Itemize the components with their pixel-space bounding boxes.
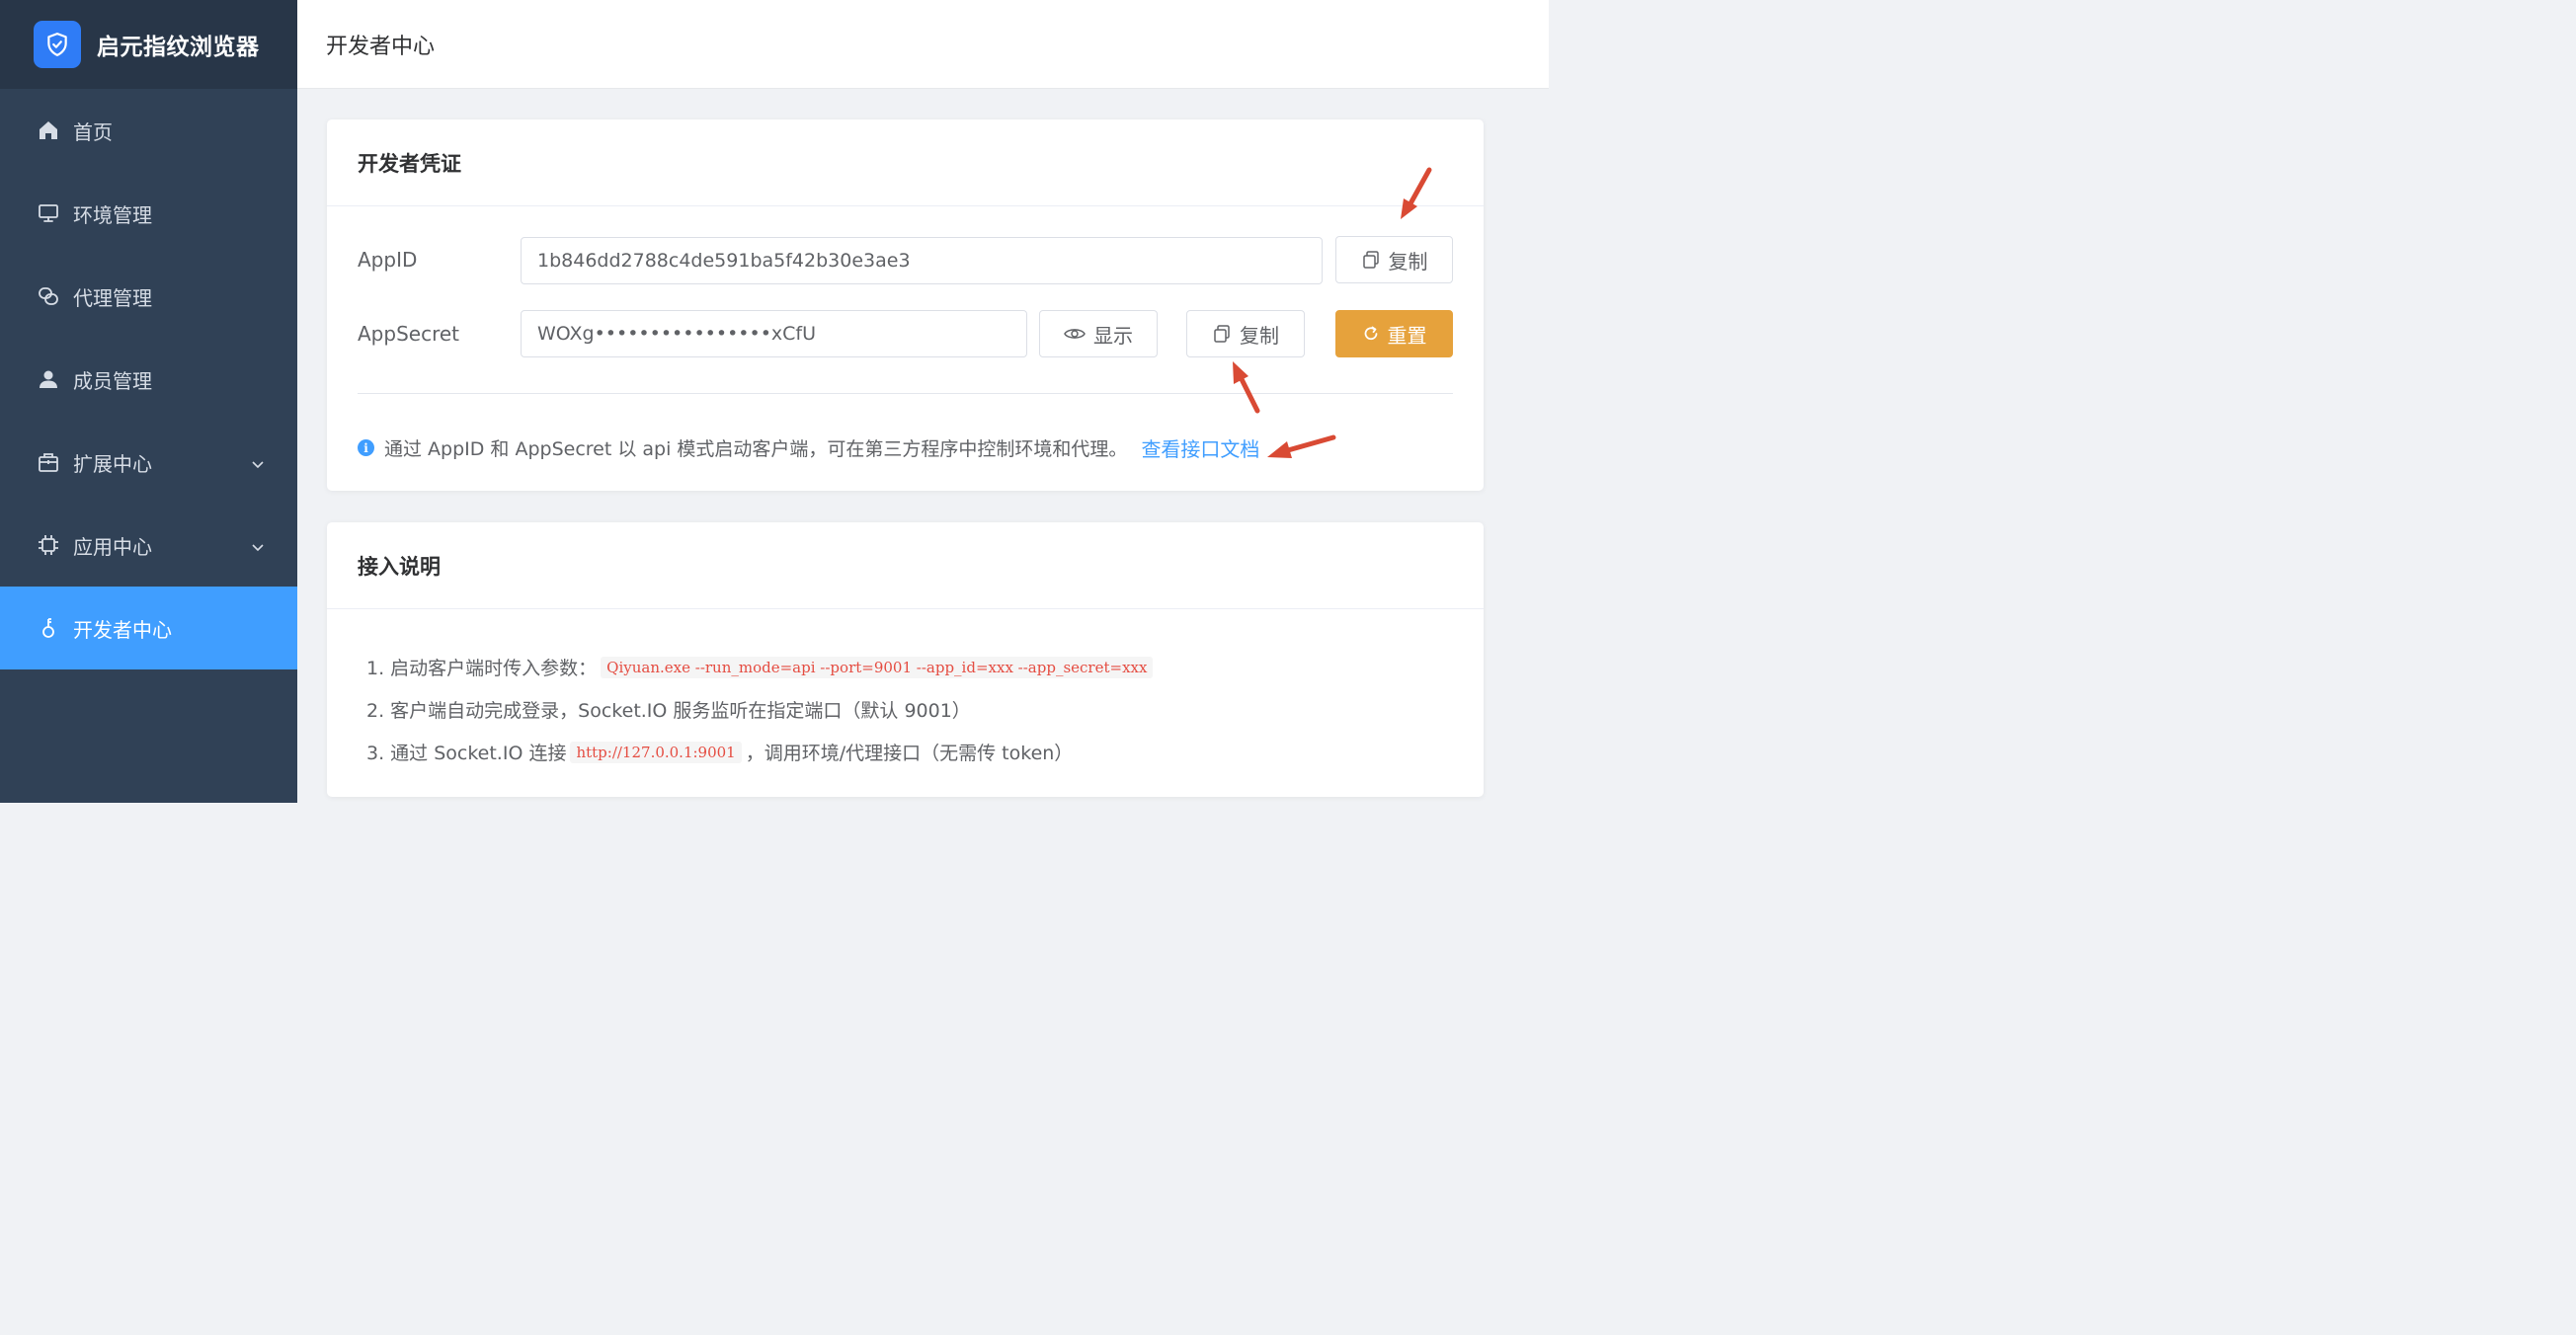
sidebar-item-label: 应用中心	[73, 534, 152, 559]
show-secret-button[interactable]: 显示	[1039, 310, 1158, 357]
package-icon	[36, 449, 61, 475]
socket-url: http://127.0.0.1:9001	[570, 741, 742, 763]
reset-secret-button[interactable]: 重置	[1335, 310, 1453, 357]
page-title: 开发者中心	[326, 34, 436, 59]
user-icon	[36, 366, 61, 392]
appid-field[interactable]: 1b846dd2788c4de591ba5f42b30e3ae3	[521, 237, 1323, 284]
refresh-icon	[1362, 325, 1380, 343]
show-label: 显示	[1093, 323, 1133, 348]
step-item: 1. 启动客户端时传入参数： Qiyuan.exe --run_mode=api…	[366, 646, 1157, 688]
step-text: 1. 启动客户端时传入参数：	[366, 658, 598, 679]
sidebar-item-environments[interactable]: 环境管理	[0, 172, 297, 255]
integration-title: 接入说明	[358, 554, 441, 579]
integration-steps: 1. 启动客户端时传入参数： Qiyuan.exe --run_mode=api…	[366, 646, 1157, 773]
app-name: 启元指纹浏览器	[97, 35, 260, 60]
step-text: 3. 通过 Socket.IO 连接	[366, 743, 567, 764]
copy-label: 复制	[1240, 323, 1279, 348]
launch-command: Qiyuan.exe --run_mode=api --port=9001 --…	[601, 656, 1154, 678]
sidebar-item-members[interactable]: 成员管理	[0, 338, 297, 421]
credentials-title: 开发者凭证	[358, 151, 461, 176]
step-text: 2. 客户端自动完成登录，Socket.IO 服务监听在指定端口（默认 9001…	[366, 700, 971, 722]
appid-value: 1b846dd2788c4de591ba5f42b30e3ae3	[537, 250, 911, 272]
info-icon: i	[358, 439, 374, 456]
copy-appid-button[interactable]: 复制	[1335, 236, 1453, 283]
copy-secret-button[interactable]: 复制	[1186, 310, 1305, 357]
tip-text: 通过 AppID 和 AppSecret 以 api 模式启动客户端，可在第三方…	[384, 438, 1128, 460]
home-icon	[36, 118, 61, 143]
step-item: 3. 通过 Socket.IO 连接 http://127.0.0.1:9001…	[366, 731, 1157, 773]
step-item: 2. 客户端自动完成登录，Socket.IO 服务监听在指定端口（默认 9001…	[366, 688, 1157, 731]
api-mode-tip: i 通过 AppID 和 AppSecret 以 api 模式启动客户端，可在第…	[358, 433, 1259, 462]
appsecret-field[interactable]: WOXg••••••••••••••••xCfU	[521, 310, 1027, 357]
chevron-down-icon[interactable]	[250, 536, 266, 560]
sidebar-item-developer[interactable]: 开发者中心	[0, 587, 297, 669]
brand: 启元指纹浏览器	[0, 0, 297, 89]
card-header: 接入说明	[327, 522, 1484, 609]
sidebar: 启元指纹浏览器 首页 环境管理 代理管理 成员管理 扩展中心 应用中心 开发者中…	[0, 0, 297, 803]
divider	[358, 393, 1453, 394]
sidebar-item-label: 开发者中心	[73, 617, 172, 642]
monitor-icon	[36, 200, 61, 226]
appsecret-label: AppSecret	[358, 322, 459, 346]
credentials-card: 开发者凭证 AppID 1b846dd2788c4de591ba5f42b30e…	[327, 119, 1484, 491]
api-docs-link[interactable]: 查看接口文档	[1141, 433, 1259, 462]
copy-label: 复制	[1388, 249, 1428, 274]
card-header: 开发者凭证	[327, 119, 1484, 206]
sidebar-item-label: 首页	[73, 119, 113, 144]
integration-card: 接入说明 1. 启动客户端时传入参数： Qiyuan.exe --run_mod…	[327, 522, 1484, 797]
copy-icon	[1361, 250, 1381, 270]
sidebar-item-home[interactable]: 首页	[0, 89, 297, 172]
step-text: ，调用环境/代理接口（无需传 token）	[745, 743, 1074, 764]
page-header: 开发者中心	[297, 0, 1549, 89]
copy-icon	[1212, 324, 1232, 344]
chip-icon	[36, 532, 61, 558]
key-icon	[36, 615, 61, 641]
sidebar-item-label: 扩展中心	[73, 451, 152, 476]
eye-icon	[1064, 326, 1086, 342]
sidebar-item-extensions[interactable]: 扩展中心	[0, 421, 297, 504]
shield-check-icon	[34, 21, 81, 68]
sidebar-item-label: 成员管理	[73, 368, 152, 393]
appsecret-value: WOXg••••••••••••••••xCfU	[537, 323, 817, 345]
sidebar-item-label: 代理管理	[73, 285, 152, 310]
chevron-down-icon[interactable]	[250, 453, 266, 477]
sidebar-item-apps[interactable]: 应用中心	[0, 504, 297, 587]
sidebar-item-proxies[interactable]: 代理管理	[0, 255, 297, 338]
sidebar-item-label: 环境管理	[73, 202, 152, 227]
appid-label: AppID	[358, 248, 418, 272]
sidebar-menu: 首页 环境管理 代理管理 成员管理 扩展中心 应用中心 开发者中心	[0, 89, 297, 669]
reset-label: 重置	[1387, 323, 1427, 348]
link-icon	[36, 283, 61, 309]
